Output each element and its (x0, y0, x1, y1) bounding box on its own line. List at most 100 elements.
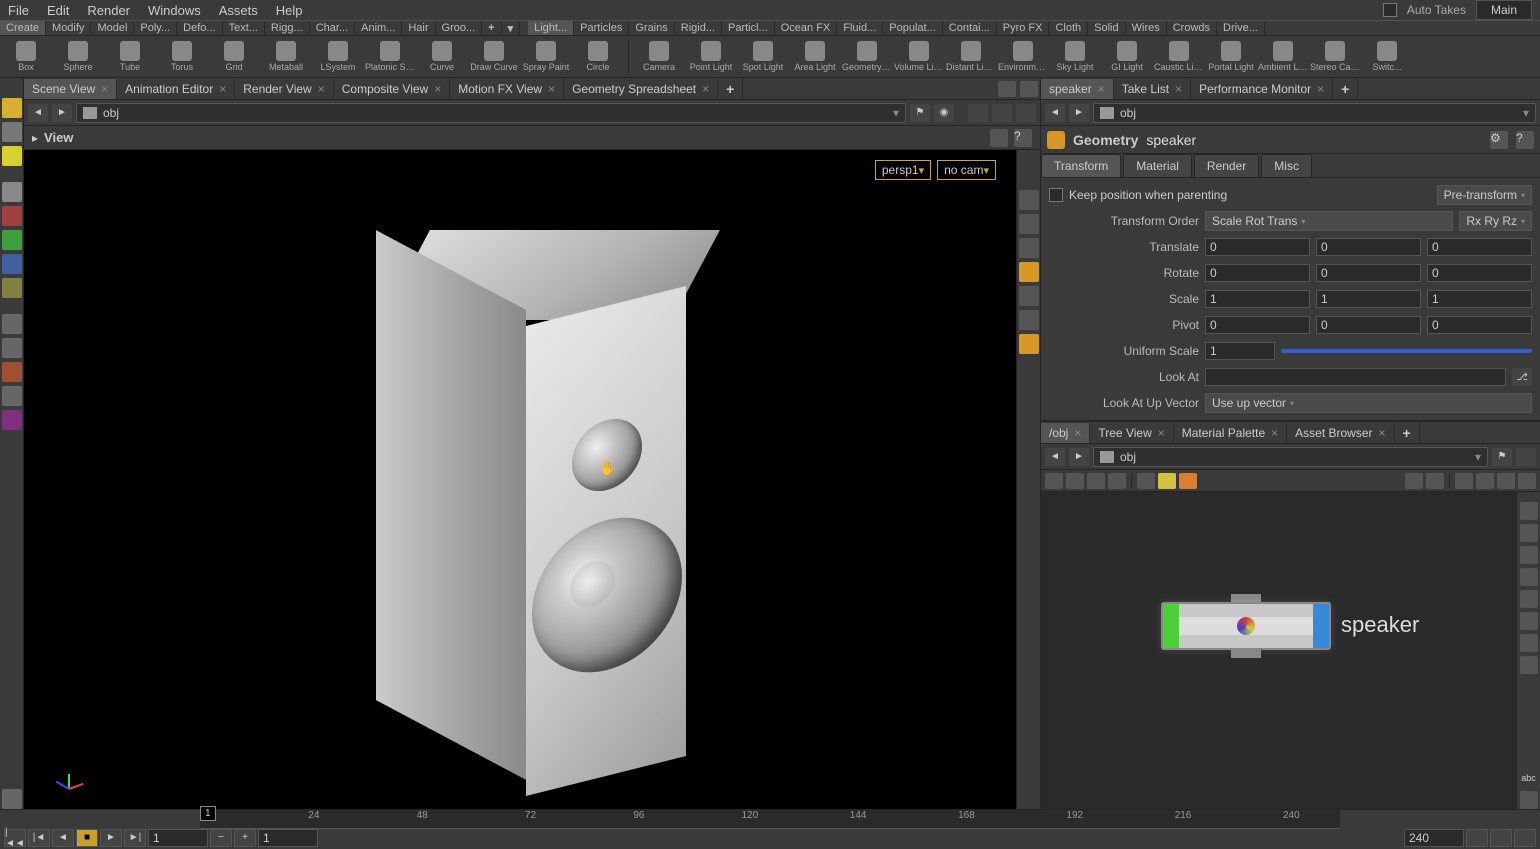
center-tab[interactable]: Composite View× (334, 79, 451, 99)
shelf-item[interactable]: Sphere (52, 36, 104, 77)
camera-badge[interactable]: persp1▾ (875, 160, 931, 180)
speaker-node[interactable] (1161, 602, 1331, 650)
tool-handles[interactable] (2, 278, 22, 298)
shelf-item[interactable]: Circle (572, 36, 624, 77)
shelf-tab[interactable]: Cloth (1049, 21, 1088, 35)
nav-forward-button[interactable]: ► (52, 104, 72, 122)
start-frame-field[interactable]: 1 (148, 829, 208, 847)
prev-keyframe-button[interactable]: |◄ (28, 829, 50, 847)
rotate-z[interactable] (1427, 264, 1532, 282)
menu-file[interactable]: File (8, 3, 29, 18)
right-top-tab[interactable]: speaker× (1041, 79, 1114, 99)
nv-layout-1-icon[interactable] (1405, 473, 1423, 489)
nv-box-icon[interactable] (1179, 473, 1197, 489)
tool-select[interactable] (2, 98, 22, 118)
node-output-connector[interactable] (1231, 650, 1261, 658)
uniform-scale-slider[interactable] (1281, 349, 1532, 353)
param-tab[interactable]: Material (1123, 154, 1192, 177)
play-forward-button[interactable]: ► (100, 829, 122, 847)
network-tab[interactable]: /obj× (1041, 423, 1090, 443)
nv-tool-1[interactable] (1520, 502, 1538, 520)
shelf-item[interactable]: Geometry L... (841, 36, 893, 77)
center-tab[interactable]: Scene View× (24, 79, 117, 99)
shelf-tab[interactable]: Grains (629, 21, 674, 35)
no-cam-badge[interactable]: no cam▾ (937, 160, 996, 180)
current-frame-field[interactable]: 1 (258, 829, 318, 847)
node-display-flag[interactable] (1163, 604, 1179, 648)
close-icon[interactable]: × (1158, 426, 1165, 440)
pivot-y[interactable] (1316, 316, 1421, 334)
param-tab[interactable]: Transform (1041, 154, 1121, 177)
current-frame-marker[interactable]: 1 (200, 806, 216, 821)
nv-tool-2[interactable] (1520, 524, 1538, 542)
shelf-tab[interactable]: Ocean FX (775, 21, 838, 35)
nv-path-dropdown[interactable]: ▾ (1475, 450, 1481, 464)
close-icon[interactable]: × (1098, 82, 1105, 96)
close-icon[interactable]: × (434, 82, 441, 96)
center-tab-add[interactable]: + (718, 78, 743, 100)
shelf-item[interactable]: Area Light (789, 36, 841, 77)
translate-z[interactable] (1427, 238, 1532, 256)
nv-tool-3[interactable] (1520, 546, 1538, 564)
view-options-icon[interactable] (990, 129, 1008, 147)
pivot-z[interactable] (1427, 316, 1532, 334)
view-icon-1[interactable] (968, 104, 988, 122)
shelf-item[interactable]: LSystem (312, 36, 364, 77)
shelf-tab[interactable]: Anim... (355, 21, 402, 35)
nv-tool-zoom[interactable] (1520, 791, 1538, 809)
shelf-tab[interactable]: Particles (574, 21, 629, 35)
shelf-tab[interactable]: Light... (528, 21, 574, 35)
shelf-tab[interactable]: Rigg... (265, 21, 310, 35)
shelf-item[interactable]: Volume Light (893, 36, 945, 77)
vp-tool-display[interactable] (1019, 238, 1039, 258)
last-frame-button[interactable]: ►| (124, 829, 146, 847)
rt-path-field[interactable]: obj ▾ (1093, 103, 1536, 123)
nv-tool-4[interactable] (1520, 568, 1538, 586)
nv-align-2-icon[interactable] (1476, 473, 1494, 489)
nv-pin-icon[interactable]: ⚑ (1492, 448, 1512, 466)
frame-dec-button[interactable]: − (210, 829, 232, 847)
shelf-tab[interactable]: Rigid... (675, 21, 722, 35)
pane-maximize-icon[interactable] (1020, 81, 1038, 97)
center-tab[interactable]: Render View× (235, 79, 334, 99)
shelf-tab[interactable]: Poly... (134, 21, 177, 35)
timeline-ruler[interactable]: 1 24487296120144168192216240 (200, 810, 1340, 829)
view-help-icon[interactable]: ? (1014, 129, 1032, 147)
tool-snap-point[interactable] (2, 362, 22, 382)
nv-tiles-icon[interactable] (1108, 473, 1126, 489)
network-tab-add[interactable]: + (1395, 422, 1420, 444)
shelf-tab-dropdown[interactable]: ▾ (502, 21, 521, 35)
shelf-item[interactable]: Torus (156, 36, 208, 77)
rot-order-dropdown[interactable]: Rx Ry Rz▾ (1459, 211, 1532, 231)
close-icon[interactable]: × (548, 82, 555, 96)
nv-tool-5[interactable] (1520, 590, 1538, 608)
selection-icon[interactable]: ◉ (934, 104, 954, 122)
vp-tool-ghost[interactable] (1019, 214, 1039, 234)
scale-x[interactable] (1205, 290, 1310, 308)
center-tab[interactable]: Animation Editor× (117, 79, 235, 99)
look-at-chooser-icon[interactable]: ⎇ (1512, 368, 1532, 386)
nav-back-button[interactable]: ◄ (28, 104, 48, 122)
translate-y[interactable] (1316, 238, 1421, 256)
shelf-tab[interactable]: Hair (402, 21, 435, 35)
shelf-tab[interactable]: Char... (310, 21, 355, 35)
menu-edit[interactable]: Edit (47, 3, 69, 18)
shelf-item[interactable]: Environme... (997, 36, 1049, 77)
end-frame-field[interactable]: 240 (1404, 829, 1464, 847)
first-frame-button[interactable]: |◄◄ (4, 829, 26, 847)
pin-icon[interactable]: ⚑ (910, 104, 930, 122)
auto-takes-checkbox[interactable] (1383, 3, 1397, 17)
tool-snap-multi[interactable] (2, 386, 22, 406)
shelf-item[interactable]: Stereo Cam... (1309, 36, 1361, 77)
view-menu-icon[interactable]: ▸ (32, 131, 38, 145)
shelf-item[interactable]: Sky Light (1049, 36, 1101, 77)
realtime-button[interactable] (1466, 829, 1488, 847)
nv-table-icon[interactable] (1087, 473, 1105, 489)
nv-image-icon[interactable] (1137, 473, 1155, 489)
shelf-item[interactable]: Switc... (1361, 36, 1413, 77)
shelf-tab[interactable]: Contai... (943, 21, 997, 35)
close-icon[interactable]: × (702, 82, 709, 96)
shelf-tab[interactable]: Text... (223, 21, 265, 35)
rt-nav-fwd[interactable]: ► (1069, 104, 1089, 122)
shelf-tab[interactable]: Modify (46, 21, 91, 35)
